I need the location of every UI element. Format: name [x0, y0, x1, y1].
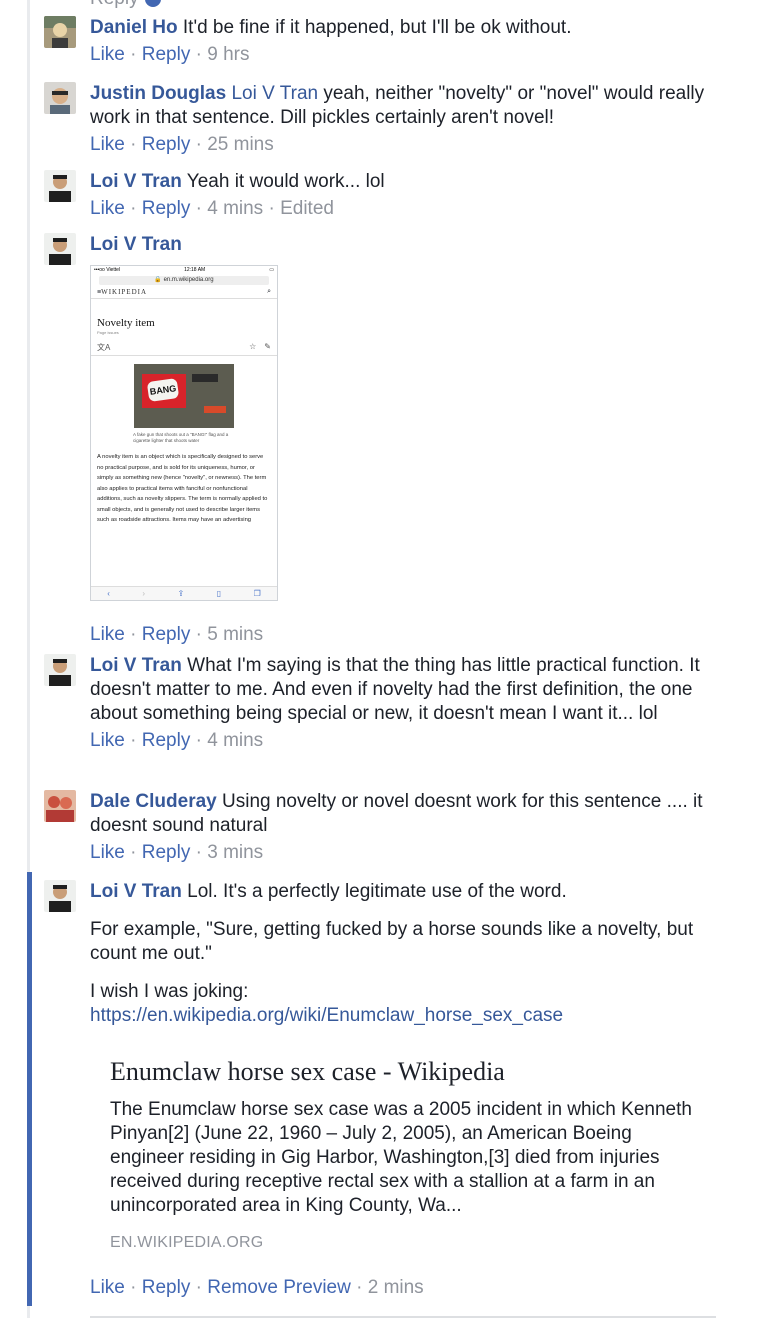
remove-preview-button[interactable]: Remove Preview	[207, 1277, 351, 1298]
comment-author[interactable]: Dale Cluderay	[90, 791, 217, 812]
comment-author[interactable]: Loi V Tran	[90, 234, 182, 255]
search-icon: ⌕	[267, 288, 271, 295]
reply-button[interactable]: Reply	[142, 1277, 191, 1298]
like-button[interactable]: Like	[90, 44, 125, 65]
mention-link[interactable]: Loi V Tran	[231, 83, 318, 104]
timestamp[interactable]: 25 mins	[207, 134, 274, 155]
comment-author[interactable]: Daniel Ho	[90, 17, 178, 38]
comment-actions: Like · Reply · 3 mins	[90, 842, 264, 863]
edited-label[interactable]: Edited	[280, 198, 334, 219]
attached-screenshot[interactable]: •••oo Viettel 12:18 AM ▭ 🔒 en.m.wikipedi…	[90, 265, 278, 601]
comment-text: Loi V Tran Yeah it would work... lol	[90, 171, 385, 192]
comment-actions: Like · Reply · 4 mins	[90, 730, 264, 751]
avatar[interactable]	[44, 170, 76, 202]
comment-text: Loi V Tran Lol. It's a perfectly legitim…	[90, 881, 567, 902]
reply-button[interactable]: Reply	[142, 198, 191, 219]
comment-author[interactable]: Loi V Tran	[90, 881, 182, 902]
image-caption: A fake gun that shoots out a "BANG!" fla…	[133, 432, 229, 443]
comment-author[interactable]: Loi V Tran	[90, 655, 182, 676]
comment-text: Daniel Ho It'd be fine if it happened, b…	[90, 17, 572, 38]
avatar[interactable]	[44, 82, 76, 114]
article-title: Novelty item	[97, 317, 155, 329]
comment-text: Dale Cluderay Using novelty or novel doe…	[90, 791, 703, 836]
preview-description: The Enumclaw horse sex case was a 2005 i…	[110, 1099, 692, 1216]
avatar[interactable]	[44, 654, 76, 686]
preview-domain: EN.WIKIPEDIA.ORG	[110, 1234, 264, 1251]
page-issues: Page issues	[97, 330, 119, 335]
url-bar: 🔒 en.m.wikipedia.org	[99, 276, 269, 285]
battery-icon: ▭	[269, 267, 274, 273]
wiki-header: ≡ WIKIPEDIA ⌕	[91, 286, 277, 299]
like-button[interactable]: Like	[90, 624, 125, 645]
stub-reply-link[interactable]: Reply	[90, 0, 139, 9]
reply-button[interactable]: Reply	[142, 730, 191, 751]
avatar[interactable]	[44, 880, 76, 912]
reaction-icon	[144, 0, 161, 7]
share-icon: ⇪	[177, 589, 185, 598]
comment-actions: Like · Reply · Remove Preview · 2 mins	[90, 1277, 424, 1298]
comment-actions: Like · Reply · 9 hrs	[90, 44, 250, 65]
comment-author[interactable]: Loi V Tran	[90, 171, 182, 192]
comment-actions: Like · Reply · 5 mins	[90, 624, 264, 645]
comment-paragraph: I wish I was joking:	[90, 981, 249, 1002]
language-icon: 文A	[97, 343, 111, 352]
forward-icon: ›	[142, 589, 146, 598]
avatar[interactable]	[44, 16, 76, 48]
avatar[interactable]	[44, 790, 76, 822]
like-button[interactable]: Like	[90, 730, 125, 751]
like-button[interactable]: Like	[90, 1277, 125, 1298]
like-button[interactable]: Like	[90, 198, 125, 219]
comment-text: Loi V Tran What I'm saying is that the t…	[90, 655, 700, 724]
timestamp[interactable]: 9 hrs	[207, 44, 249, 65]
timestamp[interactable]: 2 mins	[368, 1277, 424, 1298]
reply-button[interactable]: Reply	[142, 842, 191, 863]
shared-link[interactable]: https://en.wikipedia.org/wiki/Enumclaw_h…	[90, 1004, 734, 1028]
like-button[interactable]: Like	[90, 134, 125, 155]
active-comment-indicator	[27, 872, 32, 1306]
timestamp[interactable]: 4 mins	[207, 198, 263, 219]
article-toolbar: 文A ☆ ✎	[91, 336, 277, 356]
back-icon: ‹	[107, 589, 110, 598]
comment-paragraph: For example, "Sure, getting fucked by a …	[90, 919, 694, 964]
status-bar: •••oo Viettel 12:18 AM ▭	[94, 267, 274, 273]
previous-comment-stub: Reply	[90, 0, 161, 10]
tabs-icon: ❐	[253, 589, 261, 598]
reply-button[interactable]: Reply	[142, 624, 191, 645]
timestamp[interactable]: 5 mins	[207, 624, 263, 645]
preview-title[interactable]: Enumclaw horse sex case - Wikipedia	[110, 1056, 710, 1088]
comment-actions: Like · Reply · 25 mins	[90, 134, 274, 155]
article-body: A novelty item is an object which is spe…	[97, 454, 268, 523]
comment-text: Justin Douglas Loi V Tran yeah, neither …	[90, 83, 705, 128]
comment-text: Loi V Tran	[90, 233, 734, 257]
star-icon: ☆	[249, 342, 257, 351]
thread-rule	[0, 0, 30, 1318]
reply-button[interactable]: Reply	[142, 44, 191, 65]
link-preview[interactable]: Enumclaw horse sex case - Wikipedia The …	[110, 1056, 710, 1252]
edit-icon: ✎	[264, 342, 271, 351]
reply-button[interactable]: Reply	[142, 134, 191, 155]
timestamp[interactable]: 3 mins	[207, 842, 263, 863]
like-button[interactable]: Like	[90, 842, 125, 863]
comment-actions: Like · Reply · 4 mins · Edited	[90, 198, 334, 219]
article-image: BANG	[134, 364, 234, 428]
safari-toolbar: ‹ › ⇪ ▯ ❐	[91, 586, 277, 600]
lock-icon: 🔒	[154, 277, 162, 283]
timestamp[interactable]: 4 mins	[207, 730, 263, 751]
avatar[interactable]	[44, 233, 76, 265]
comment-author[interactable]: Justin Douglas	[90, 83, 226, 104]
bookmarks-icon: ▯	[216, 589, 222, 598]
